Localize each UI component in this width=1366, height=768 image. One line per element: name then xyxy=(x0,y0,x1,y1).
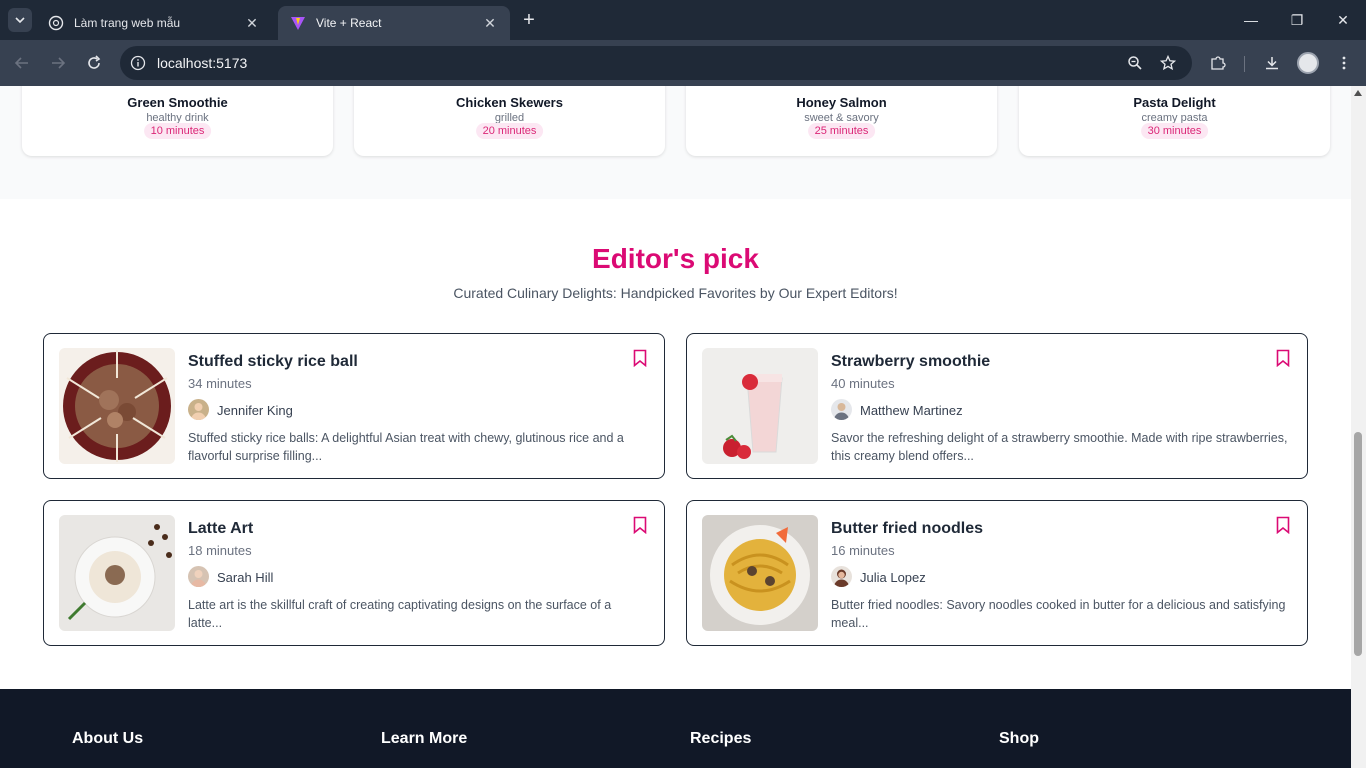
back-arrow-icon[interactable] xyxy=(11,52,33,74)
recipe-card-pasta-delight[interactable]: Pasta Delight creamy pasta 30 minutes xyxy=(1019,86,1330,156)
extensions-puzzle-icon[interactable] xyxy=(1207,52,1229,74)
reload-icon[interactable] xyxy=(83,52,105,74)
recipe-name: Green Smoothie xyxy=(127,95,228,110)
recipe-name: Pasta Delight xyxy=(1133,95,1216,110)
minimize-icon[interactable]: — xyxy=(1228,0,1274,40)
recipe-description: Savor the refreshing delight of a strawb… xyxy=(831,431,1288,463)
recipe-photo xyxy=(59,348,175,464)
tab-title: Làm trang web mẫu xyxy=(74,16,181,30)
pick-card-latte-art[interactable]: Latte Art 18 minutes Sarah Hill Latte ar… xyxy=(43,500,665,646)
author-name: Julia Lopez xyxy=(860,570,926,585)
recipe-name: Chicken Skewers xyxy=(456,95,563,110)
bookmark-star-icon[interactable] xyxy=(1157,52,1179,74)
footer-heading-learn-more: Learn More xyxy=(381,730,468,747)
footer-heading-shop: Shop xyxy=(999,730,1039,747)
recipe-title[interactable]: Stuffed sticky rice ball xyxy=(188,353,358,371)
pick-card-butter-fried-noodles[interactable]: Butter fried noodles 16 minutes Julia Lo… xyxy=(686,500,1308,646)
section-subtitle: Curated Culinary Delights: Handpicked Fa… xyxy=(453,285,898,301)
recipe-name: Honey Salmon xyxy=(796,95,887,110)
recipe-description: Stuffed sticky rice balls: A delightful … xyxy=(188,431,624,463)
bookmark-icon[interactable] xyxy=(1276,516,1290,534)
recipe-card-green-smoothie[interactable]: Green Smoothie healthy drink 10 minutes xyxy=(22,86,333,156)
scrollbar-thumb[interactable] xyxy=(1354,432,1362,656)
recipe-title[interactable]: Strawberry smoothie xyxy=(831,353,990,371)
bookmark-icon[interactable] xyxy=(633,349,647,367)
author-avatar xyxy=(831,399,852,420)
recipe-photo xyxy=(702,348,818,464)
menu-kebab-icon[interactable] xyxy=(1333,52,1355,74)
recipe-time: 18 minutes xyxy=(188,543,252,558)
chevron-down-icon xyxy=(15,17,25,24)
footer-heading-recipes: Recipes xyxy=(690,730,752,747)
author-name: Matthew Martinez xyxy=(860,403,963,418)
author-name: Sarah Hill xyxy=(217,570,274,585)
close-window-icon[interactable]: ✕ xyxy=(1320,0,1366,40)
url-text: localhost:5173 xyxy=(157,55,248,71)
recipe-time: 16 minutes xyxy=(831,543,895,558)
openai-favicon-icon xyxy=(48,15,64,31)
browser-toolbar: localhost:5173 xyxy=(0,40,1366,86)
site-info-icon[interactable] xyxy=(128,53,148,73)
page-scrollbar[interactable] xyxy=(1351,86,1366,768)
tab-search-button[interactable] xyxy=(8,8,32,32)
recipe-title[interactable]: Latte Art xyxy=(188,520,253,538)
tab-close-icon[interactable]: ✕ xyxy=(244,15,260,32)
author-avatar xyxy=(831,566,852,587)
recipe-time-badge: 10 minutes xyxy=(143,123,212,139)
address-bar[interactable]: localhost:5173 xyxy=(120,46,1192,80)
bookmark-icon[interactable] xyxy=(1276,349,1290,367)
author-avatar xyxy=(188,566,209,587)
browser-tab-vite-react[interactable]: Vite + React ✕ xyxy=(278,6,510,40)
toolbar-divider xyxy=(1244,56,1245,72)
scroll-up-arrow-icon[interactable] xyxy=(1354,90,1362,96)
vite-favicon-icon xyxy=(291,17,305,30)
recipe-strip: Green Smoothie healthy drink 10 minutes … xyxy=(0,86,1351,199)
recipe-time: 40 minutes xyxy=(831,376,895,391)
recipe-card-chicken-skewers[interactable]: Chicken Skewers grilled 20 minutes xyxy=(354,86,665,156)
browser-tab-lam-trang[interactable]: Làm trang web mẫu ✕ xyxy=(36,6,272,40)
tab-title: Vite + React xyxy=(316,16,382,30)
recipe-time-badge: 25 minutes xyxy=(807,123,876,139)
recipe-time-badge: 30 minutes xyxy=(1140,123,1209,139)
restore-icon[interactable]: ❐ xyxy=(1274,0,1320,40)
pick-card-stuffed-rice-ball[interactable]: Stuffed sticky rice ball 34 minutes Jenn… xyxy=(43,333,665,479)
tab-close-icon[interactable]: ✕ xyxy=(482,15,498,32)
section-title: Editor's pick xyxy=(592,243,759,274)
page-viewport: Green Smoothie healthy drink 10 minutes … xyxy=(0,86,1351,768)
recipe-card-honey-salmon[interactable]: Honey Salmon sweet & savory 25 minutes xyxy=(686,86,997,156)
bookmark-icon[interactable] xyxy=(633,516,647,534)
pick-card-strawberry-smoothie[interactable]: Strawberry smoothie 40 minutes Matthew M… xyxy=(686,333,1308,479)
profile-avatar[interactable] xyxy=(1297,52,1319,74)
browser-tab-bar: Làm trang web mẫu ✕ Vite + React ✕ + — ❐… xyxy=(0,0,1366,40)
recipe-photo xyxy=(702,515,818,631)
new-tab-plus-icon[interactable]: + xyxy=(518,10,540,32)
site-footer: About Us Learn More Recipes Shop xyxy=(0,689,1351,768)
recipe-title[interactable]: Butter fried noodles xyxy=(831,520,983,538)
download-icon[interactable] xyxy=(1261,52,1283,74)
zoom-icon[interactable] xyxy=(1124,52,1146,74)
forward-arrow-icon[interactable] xyxy=(47,52,69,74)
recipe-description: Butter fried noodles: Savory noodles coo… xyxy=(831,598,1286,630)
author-avatar xyxy=(188,399,209,420)
recipe-description: Latte art is the skillful craft of creat… xyxy=(188,598,612,630)
author-name: Jennifer King xyxy=(217,403,293,418)
recipe-time-badge: 20 minutes xyxy=(475,123,544,139)
footer-heading-about: About Us xyxy=(72,730,144,747)
recipe-photo xyxy=(59,515,175,631)
recipe-time: 34 minutes xyxy=(188,376,252,391)
